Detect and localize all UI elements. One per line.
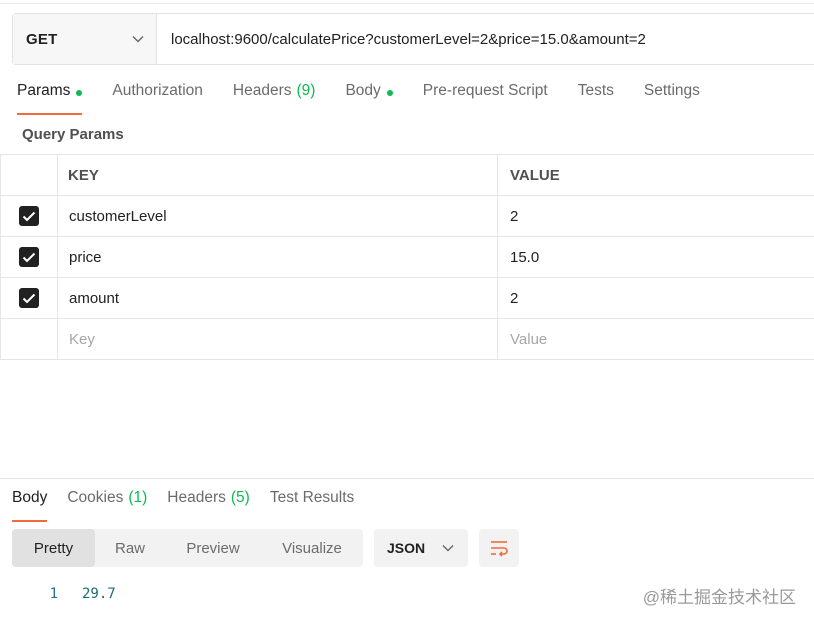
tab-response-headers[interactable]: Headers (5) [167, 489, 250, 521]
wrap-lines-button[interactable] [479, 529, 519, 567]
url-bar: GET localhost:9600/calculatePrice?custom… [12, 13, 814, 65]
format-dropdown[interactable]: JSON [374, 529, 468, 567]
params-indicator-dot [76, 90, 83, 96]
key-column-header: KEY [58, 155, 498, 195]
tab-response-headers-label: Headers [167, 489, 226, 506]
table-row: price 15.0 [0, 237, 814, 278]
tab-body[interactable]: Body [345, 82, 393, 114]
header-check-cell [0, 155, 58, 195]
tab-params-label: Params [17, 82, 71, 99]
top-border [0, 0, 814, 4]
tab-pre-request-script[interactable]: Pre-request Script [423, 82, 548, 114]
tab-settings-label: Settings [643, 82, 700, 99]
check-cell [0, 196, 58, 236]
request-tabs: Params Authorization Headers (9) Body Pr… [17, 82, 730, 116]
param-checkbox[interactable] [19, 288, 39, 308]
param-key-input[interactable]: customerLevel [58, 196, 498, 236]
chevron-down-icon [442, 539, 454, 557]
tab-response-body-label: Body [12, 489, 48, 506]
table-row: amount 2 [0, 278, 814, 319]
tab-pre-request-label: Pre-request Script [422, 82, 548, 99]
param-checkbox[interactable] [19, 206, 39, 226]
headers-count: (9) [296, 82, 316, 99]
chevron-down-icon [132, 30, 144, 48]
view-raw-button[interactable]: Raw [95, 529, 165, 567]
cookies-count: (1) [128, 489, 148, 506]
body-indicator-dot [386, 90, 393, 96]
param-key-input[interactable]: price [58, 237, 498, 277]
tab-body-label: Body [345, 82, 381, 99]
view-mode-segmented-control: Pretty Raw Preview Visualize [12, 529, 363, 567]
format-label: JSON [387, 540, 426, 556]
tab-tests[interactable]: Tests [578, 82, 614, 114]
param-key-input[interactable]: amount [58, 278, 498, 318]
query-params-table: KEY VALUE customerLevel 2 price 15.0 amo… [0, 154, 814, 360]
check-icon [22, 211, 36, 221]
tab-headers[interactable]: Headers (9) [233, 82, 316, 114]
param-value-input[interactable]: 2 [498, 196, 814, 236]
tab-authorization-label: Authorization [112, 82, 203, 99]
check-cell [0, 278, 58, 318]
wrap-lines-icon [491, 541, 508, 557]
postman-request-view: GET localhost:9600/calculatePrice?custom… [0, 0, 814, 621]
param-value-input[interactable]: 15.0 [498, 237, 814, 277]
response-value: 29.7 [82, 586, 116, 602]
tab-test-results[interactable]: Test Results [270, 489, 354, 521]
method-dropdown[interactable]: GET [13, 14, 157, 64]
table-row-empty: Key Value [0, 319, 814, 360]
method-label: GET [26, 30, 58, 48]
tab-cookies-label: Cookies [67, 489, 124, 506]
table-row: customerLevel 2 [0, 196, 814, 237]
check-icon [22, 293, 36, 303]
tab-tests-label: Tests [577, 82, 614, 99]
view-preview-button[interactable]: Preview [165, 529, 261, 567]
check-cell [0, 319, 58, 359]
new-key-input[interactable]: Key [58, 319, 498, 359]
query-params-title: Query Params [22, 126, 124, 143]
watermark: @稀土掘金技术社区 [642, 588, 796, 607]
view-pretty-button[interactable]: Pretty [12, 529, 95, 567]
new-value-input[interactable]: Value [498, 319, 814, 359]
tab-cookies[interactable]: Cookies (1) [67, 489, 147, 521]
value-column-header: VALUE [510, 166, 560, 184]
view-visualize-button[interactable]: Visualize [261, 529, 363, 567]
check-cell [0, 237, 58, 277]
tab-params[interactable]: Params [17, 82, 83, 115]
tab-settings[interactable]: Settings [644, 82, 700, 114]
param-value-input[interactable]: 2 [498, 278, 814, 318]
response-tabs: Body Cookies (1) Headers (5) Test Result… [12, 489, 374, 522]
param-checkbox[interactable] [19, 247, 39, 267]
response-headers-count: (5) [230, 489, 250, 506]
url-input[interactable]: localhost:9600/calculatePrice?customerLe… [157, 14, 814, 64]
tab-test-results-label: Test Results [269, 489, 355, 506]
response-code-line: 1 29.7 [0, 584, 116, 604]
line-number: 1 [49, 586, 58, 602]
tab-response-body[interactable]: Body [12, 489, 48, 522]
pane-divider[interactable] [0, 478, 814, 479]
check-icon [22, 252, 36, 262]
tab-headers-label: Headers [232, 82, 292, 99]
table-header-row: KEY VALUE [0, 155, 814, 196]
tab-authorization[interactable]: Authorization [112, 82, 202, 114]
